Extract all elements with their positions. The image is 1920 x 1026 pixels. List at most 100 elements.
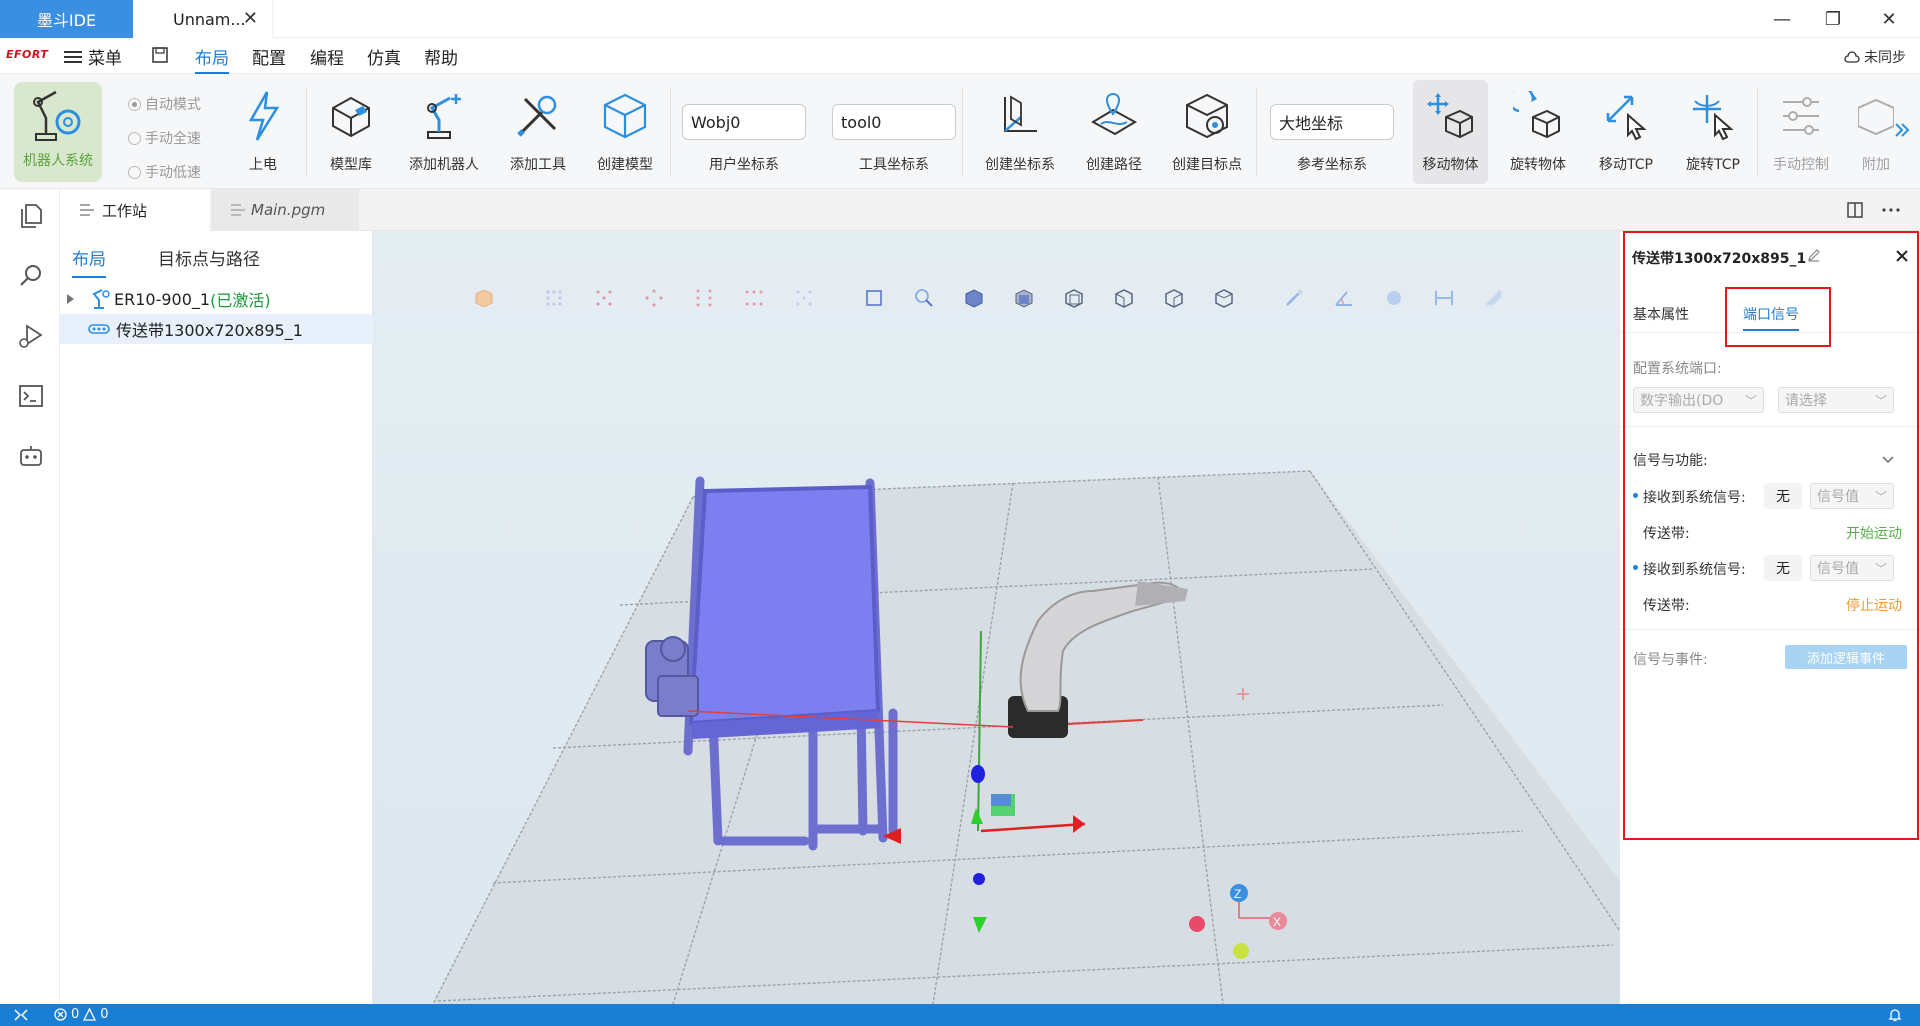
add-tool-label: 添加工具 <box>510 157 566 173</box>
3d-viewport[interactable]: Z X <box>373 231 1620 1004</box>
tool-frame-select[interactable]: tool0 <box>832 104 956 140</box>
app-brand-tab[interactable]: 墨斗IDE <box>0 0 133 38</box>
ribbon-separator <box>1256 88 1257 176</box>
tree-item-conveyor[interactable]: 传送带1300x720x895_1 <box>60 314 373 344</box>
create-target-button[interactable]: 创建目标点 <box>1168 80 1246 184</box>
cloud-icon <box>1843 51 1860 63</box>
cube-icon <box>603 93 647 139</box>
menu-program[interactable]: 编程 <box>310 44 344 69</box>
mode-manual-low-label: 手动低速 <box>145 165 201 181</box>
create-path-label: 创建路径 <box>1086 157 1142 173</box>
box-icon <box>332 96 370 138</box>
files-icon[interactable] <box>18 203 44 229</box>
path-icon <box>1090 93 1138 136</box>
add-robot-button[interactable]: 添加机器人 <box>404 80 484 184</box>
menu-help[interactable]: 帮助 <box>424 44 458 69</box>
mode-auto-radio[interactable]: 自动模式 <box>128 94 201 114</box>
file-tab-close-icon[interactable]: ✕ <box>243 8 258 29</box>
tab-workstation[interactable]: 工作站 <box>60 189 210 231</box>
tool-frame-label: 工具坐标系 <box>859 157 929 173</box>
attach-label: 附加 <box>1862 157 1890 173</box>
sync-label: 未同步 <box>1864 50 1906 66</box>
add-tool-button[interactable]: 添加工具 <box>505 80 571 184</box>
menu-simulation[interactable]: 仿真 <box>367 44 401 69</box>
terminal-icon[interactable] <box>18 383 44 409</box>
subtab-targets-paths[interactable]: 目标点与路径 <box>158 245 260 270</box>
subtab-layout[interactable]: 布局 <box>72 245 106 278</box>
robot-assistant-icon[interactable] <box>18 443 44 469</box>
reference-frame-label: 参考坐标系 <box>1297 157 1367 173</box>
efort-logo: EFORT <box>6 48 49 61</box>
file-tab-label: Unnam... <box>173 9 246 29</box>
layout-tree-panel: 布局 目标点与路径 ER10-900_1 (已激活) 传送带1300x720x8… <box>60 231 373 1004</box>
axis-x-label: X <box>1273 915 1281 929</box>
activity-bar <box>0 189 60 1004</box>
more-actions-icon[interactable] <box>1882 208 1900 212</box>
minimize-button[interactable]: — <box>1757 0 1807 38</box>
menu-bar: EFORT 菜单 布局 配置 编程 仿真 帮助 未同步 <box>0 38 1920 74</box>
run-debug-icon[interactable] <box>18 323 44 349</box>
menu-config[interactable]: 配置 <box>252 44 286 69</box>
move-tcp-button[interactable]: 移动TCP <box>1593 80 1659 184</box>
power-on-button[interactable]: 上电 <box>243 80 283 184</box>
user-frame-label: 用户坐标系 <box>709 157 779 173</box>
radio-dot <box>128 97 141 111</box>
add-robot-label: 添加机器人 <box>409 157 479 173</box>
file-tab[interactable]: Unnam... ✕ <box>133 0 273 38</box>
create-path-button[interactable]: 创建路径 <box>1082 80 1146 184</box>
robot-arm-icon <box>427 94 461 139</box>
rotate-tcp-button[interactable]: 旋转TCP <box>1680 80 1746 184</box>
expand-chevron-icon[interactable] <box>66 293 76 305</box>
move-object-button[interactable]: 移动物体 <box>1413 80 1488 184</box>
mode-manual-full-radio[interactable]: 手动全速 <box>128 128 201 148</box>
conveyor-name: 传送带1300x720x895_1 <box>116 321 303 340</box>
mode-manual-low-radio[interactable]: 手动低速 <box>128 162 201 182</box>
jog-control-button[interactable]: 手动控制 <box>1770 80 1832 184</box>
rotate-object-button[interactable]: 旋转物体 <box>1503 80 1573 184</box>
remote-icon[interactable] <box>14 1009 28 1021</box>
frame-icon <box>1004 95 1037 132</box>
radio-dot <box>128 131 141 145</box>
tab-main-pgm-label: Main.pgm <box>251 201 326 219</box>
ribbon-separator <box>1757 88 1758 176</box>
hamburger-icon <box>64 50 82 63</box>
rotate-tcp-label: 旋转TCP <box>1686 157 1740 173</box>
scene-canvas[interactable]: Z X <box>373 231 1620 1004</box>
main-menu-button[interactable]: 菜单 <box>64 44 122 69</box>
split-editor-icon[interactable] <box>1847 202 1863 218</box>
mode-auto-label: 自动模式 <box>145 97 201 113</box>
rotate-object-label: 旋转物体 <box>1510 157 1566 173</box>
problems-indicator[interactable]: 0 0 <box>54 1007 109 1022</box>
highlight-box <box>1725 287 1831 347</box>
robot-status: (已激活) <box>210 291 271 310</box>
attach-button[interactable]: 附加 <box>1858 80 1894 184</box>
error-count: 0 <box>71 1007 80 1022</box>
status-bar: 0 0 <box>0 1004 1920 1026</box>
tools-icon <box>517 95 557 137</box>
robot-system-button[interactable]: 机器人系统 <box>14 82 102 182</box>
save-icon[interactable] <box>152 47 168 63</box>
sliders-icon <box>1783 97 1819 135</box>
model-library-button[interactable]: 模型库 <box>323 80 379 184</box>
close-window-button[interactable]: ✕ <box>1864 0 1914 38</box>
ribbon-separator <box>670 88 671 176</box>
robot-system-icon <box>33 90 81 141</box>
tree-item-robot[interactable]: ER10-900_1 (已激活) <box>60 284 373 314</box>
sync-status[interactable]: 未同步 <box>1843 47 1906 67</box>
warning-icon <box>83 1008 97 1021</box>
create-model-button[interactable]: 创建模型 <box>592 80 658 184</box>
restore-button[interactable]: ❐ <box>1808 0 1858 38</box>
search-icon[interactable] <box>18 263 44 289</box>
reference-frame-select[interactable]: 大地坐标 <box>1270 104 1394 140</box>
move-object-icon <box>1426 93 1473 139</box>
title-bar: 墨斗IDE Unnam... ✕ — ❐ ✕ <box>0 0 1920 38</box>
menu-layout[interactable]: 布局 <box>195 44 229 74</box>
user-frame-select[interactable]: Wobj0 <box>682 104 806 140</box>
create-frame-label: 创建坐标系 <box>985 157 1055 173</box>
create-frame-button[interactable]: 创建坐标系 <box>980 80 1060 184</box>
user-frame-value: Wobj0 <box>691 112 741 132</box>
tab-main-pgm[interactable]: Main.pgm <box>211 189 359 231</box>
ribbon-more-icon[interactable] <box>1894 120 1910 140</box>
warning-count: 0 <box>100 1007 109 1022</box>
notification-bell-icon[interactable] <box>1888 1008 1902 1022</box>
